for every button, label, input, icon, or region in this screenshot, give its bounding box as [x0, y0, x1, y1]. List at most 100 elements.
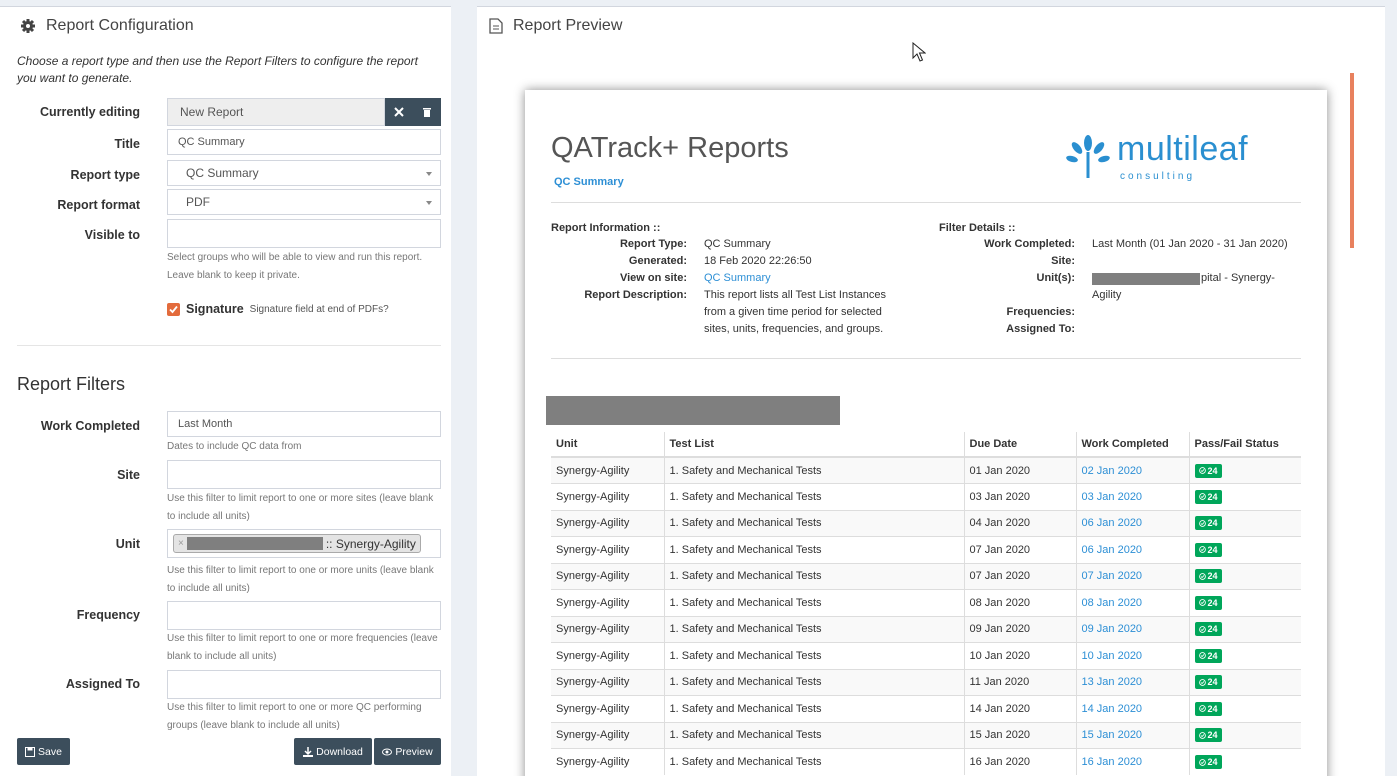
table-header-row: Unit Test List Due Date Work Completed P… [551, 432, 1301, 458]
table-cell: 1. Safety and Mechanical Tests [663, 695, 964, 722]
pass-count: 24 [1207, 677, 1218, 688]
report-preview-panel: Report Preview QATrack+ Reports QC Summa… [477, 6, 1385, 776]
config-header: Report Configuration [20, 15, 194, 37]
work-completed-link[interactable]: 09 Jan 2020 [1082, 623, 1143, 635]
report-title: QATrack+ Reports [551, 132, 789, 164]
info-key: Assigned To: [1006, 323, 1075, 335]
column-header: Test List [663, 432, 964, 458]
work-completed-link[interactable]: 06 Jan 2020 [1082, 544, 1143, 556]
info-divider [551, 358, 1301, 359]
info-value: Last Month (01 Jan 2020 - 31 Jan 2020) [1092, 238, 1288, 250]
work-completed-link[interactable]: 03 Jan 2020 [1082, 491, 1143, 503]
unit-cell: Synergy-Agility [556, 490, 630, 503]
due-date-cell: 03 Jan 2020 [969, 490, 1031, 503]
work-completed-input[interactable]: Last Month [167, 411, 441, 437]
qc-summary-table: Unit Test List Due Date Work Completed P… [551, 432, 1301, 775]
table-cell: 24 [1188, 562, 1301, 590]
column-header: Due Date [963, 432, 1076, 458]
table-cell: 03 Jan 2020 [1075, 483, 1189, 510]
work-completed-link[interactable]: 02 Jan 2020 [1082, 465, 1143, 477]
table-row: Synergy-Agility 1. Safety and Mechanical … [551, 721, 1301, 749]
table-cell: 1. Safety and Mechanical Tests [663, 615, 964, 643]
due-date-cell: 14 Jan 2020 [969, 702, 1031, 715]
test-list-cell: 1. Safety and Mechanical Tests [669, 596, 822, 609]
preview-title: Report Preview [513, 17, 623, 34]
visible-to-label: Visible to [84, 228, 140, 242]
table-row: Synergy-Agility 1. Safety and Mechanical … [551, 483, 1301, 510]
work-completed-link[interactable]: 15 Jan 2020 [1082, 729, 1143, 741]
download-icon [303, 746, 314, 757]
unit-cell: Synergy-Agility [556, 649, 630, 662]
pass-count: 24 [1207, 518, 1218, 529]
logo-subtext: consulting [1120, 171, 1196, 182]
table-row: Synergy-Agility 1. Safety and Mechanical … [551, 642, 1301, 669]
table-cell: Synergy-Agility [551, 456, 664, 484]
table-cell: 24 [1188, 642, 1301, 669]
work-completed-link[interactable]: 06 Jan 2020 [1082, 517, 1143, 529]
table-cell: 14 Jan 2020 [963, 695, 1076, 722]
report-filters-title: Report Filters [17, 374, 126, 394]
table-cell: 1. Safety and Mechanical Tests [663, 562, 964, 590]
title-input[interactable]: QC Summary [167, 129, 441, 155]
save-icon [25, 746, 36, 757]
view-on-site-link[interactable]: QC Summary [704, 270, 771, 287]
remove-tag-icon[interactable]: × [178, 538, 184, 549]
table-cell: 07 Jan 2020 [963, 562, 1076, 590]
table-cell: 07 Jan 2020 [1075, 562, 1189, 590]
table-body: Synergy-Agility 1. Safety and Mechanical … [551, 456, 1301, 775]
table-cell: 1. Safety and Mechanical Tests [663, 721, 964, 749]
unit-cell: Synergy-Agility [556, 702, 630, 715]
report-format-select[interactable]: PDF [167, 189, 441, 215]
signature-help: Signature field at end of PDFs? [249, 303, 389, 315]
work-completed-link[interactable]: 13 Jan 2020 [1082, 676, 1143, 688]
signature-checkbox[interactable] [167, 302, 180, 316]
table-cell: Synergy-Agility [551, 668, 664, 696]
work-completed-link[interactable]: 10 Jan 2020 [1082, 650, 1143, 662]
report-document: QATrack+ Reports QC Summary multileaf co… [525, 90, 1327, 776]
scrollbar-thumb[interactable] [1350, 73, 1354, 248]
due-date-cell: 04 Jan 2020 [969, 517, 1031, 530]
pass-count: 24 [1207, 465, 1218, 476]
work-completed-link[interactable]: 16 Jan 2020 [1082, 756, 1143, 768]
test-list-cell: 1. Safety and Mechanical Tests [669, 623, 822, 636]
multileaf-logo: multileaf consulting [1065, 130, 1290, 186]
delete-report-button[interactable] [413, 98, 441, 126]
info-key: Work Completed: [984, 238, 1075, 250]
column-header: Work Completed [1075, 432, 1189, 458]
clear-report-button[interactable] [385, 98, 413, 126]
work-completed-link[interactable]: 08 Jan 2020 [1082, 597, 1143, 609]
table-cell: 1. Safety and Mechanical Tests [663, 456, 964, 484]
work-completed-link[interactable]: 14 Jan 2020 [1082, 703, 1143, 715]
table-cell: 24 [1188, 748, 1301, 775]
unit-input[interactable]: × :: Synergy-Agility [167, 529, 441, 558]
check-circle-icon [1198, 467, 1206, 474]
report-type-select[interactable]: QC Summary [167, 160, 441, 186]
due-date-cell: 16 Jan 2020 [969, 756, 1031, 768]
leaf-icon [1066, 135, 1110, 178]
table-row: Synergy-Agility 1. Safety and Mechanical … [551, 615, 1301, 643]
unit-cell: Synergy-Agility [556, 756, 630, 768]
frequency-input[interactable] [167, 601, 441, 630]
site-input[interactable] [167, 460, 441, 489]
due-date-cell: 01 Jan 2020 [969, 464, 1031, 477]
work-completed-link[interactable]: 07 Jan 2020 [1082, 570, 1143, 582]
unit-tag: × :: Synergy-Agility [173, 534, 421, 553]
visible-to-input[interactable] [167, 219, 441, 248]
unit-cell: Synergy-Agility [556, 676, 630, 689]
column-header: Unit [551, 432, 664, 458]
table-cell: 09 Jan 2020 [963, 615, 1076, 643]
check-circle-icon [1198, 599, 1206, 607]
table-cell: 1. Safety and Mechanical Tests [663, 589, 964, 616]
pass-status-badge: 24 [1194, 648, 1222, 663]
check-icon [169, 305, 178, 313]
unit-cell: Synergy-Agility [556, 464, 630, 477]
table-cell: 24 [1188, 615, 1301, 643]
save-button[interactable]: Save [17, 738, 70, 765]
report-info-heading: Report Information :: [551, 222, 661, 234]
currently-editing-group: New Report [167, 98, 441, 126]
table-cell: 13 Jan 2020 [1075, 668, 1189, 696]
table-cell: 15 Jan 2020 [1075, 721, 1189, 749]
preview-button[interactable]: Preview [374, 738, 441, 765]
assigned-to-input[interactable] [167, 670, 441, 699]
download-button[interactable]: Download [294, 738, 372, 765]
